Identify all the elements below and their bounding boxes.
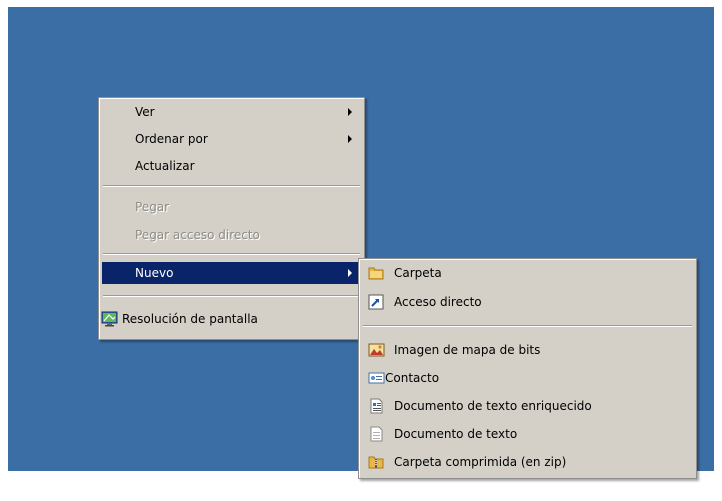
shortcut-icon <box>368 294 385 310</box>
submenu-item-contacto[interactable]: Contacto <box>362 367 693 389</box>
menu-item-label: Nuevo <box>135 266 174 280</box>
menu-item-actualizar[interactable]: Actualizar <box>102 155 361 177</box>
submenu-item-documento-de-texto[interactable]: Documento de texto <box>362 423 693 445</box>
menu-item-nuevo[interactable]: Nuevo <box>102 262 361 284</box>
folder-icon <box>368 265 385 281</box>
submenu-item-label: Carpeta <box>394 266 442 280</box>
menu-item-resolucion-de-pantalla[interactable]: Resolución de pantalla <box>101 308 361 330</box>
menu-separator <box>103 295 360 297</box>
submenu-arrow-icon <box>348 135 352 143</box>
menu-item-pegar[interactable]: Pegar <box>102 196 361 218</box>
menu-separator <box>103 185 360 187</box>
submenu-arrow-icon <box>348 269 352 277</box>
menu-item-label: Pegar <box>135 200 170 214</box>
bitmap-image-icon <box>368 342 385 358</box>
submenu-item-label: Documento de texto <box>394 427 518 441</box>
desktop-context-menu: Ver Ordenar por Actualizar Pegar Pegar a… <box>98 97 365 340</box>
zip-folder-icon <box>368 454 385 470</box>
menu-item-label: Actualizar <box>135 159 195 173</box>
submenu-item-imagen-de-mapa-de-bits[interactable]: Imagen de mapa de bits <box>362 339 693 361</box>
menu-item-label: Ver <box>135 105 155 119</box>
rich-text-document-icon <box>368 398 385 414</box>
submenu-item-acceso-directo[interactable]: Acceso directo <box>362 291 693 313</box>
submenu-item-documento-de-texto-enriquecido[interactable]: Documento de texto enriquecido <box>362 395 693 417</box>
menu-item-label: Ordenar por <box>135 132 208 146</box>
nuevo-submenu: Carpeta Acceso directo Imagen de mapa de… <box>358 258 697 479</box>
menu-separator <box>363 325 692 327</box>
submenu-item-label: Acceso directo <box>394 295 482 309</box>
submenu-item-label: Contacto <box>385 371 440 385</box>
menu-item-ordenar-por[interactable]: Ordenar por <box>102 128 361 150</box>
menu-item-pegar-acceso-directo[interactable]: Pegar acceso directo <box>102 224 361 246</box>
display-settings-icon <box>101 311 118 327</box>
submenu-item-label: Carpeta comprimida (en zip) <box>394 455 567 469</box>
submenu-arrow-icon <box>348 108 352 116</box>
submenu-item-carpeta[interactable]: Carpeta <box>362 262 693 284</box>
menu-separator <box>103 253 360 255</box>
menu-item-label: Pegar acceso directo <box>135 228 260 242</box>
submenu-item-label: Documento de texto enriquecido <box>394 399 592 413</box>
submenu-item-label: Imagen de mapa de bits <box>394 343 541 357</box>
text-document-icon <box>368 426 385 442</box>
menu-item-label: Resolución de pantalla <box>122 312 258 326</box>
contact-icon <box>368 370 385 386</box>
submenu-item-carpeta-comprimida[interactable]: Carpeta comprimida (en zip) <box>362 451 693 473</box>
menu-item-ver[interactable]: Ver <box>102 101 361 123</box>
